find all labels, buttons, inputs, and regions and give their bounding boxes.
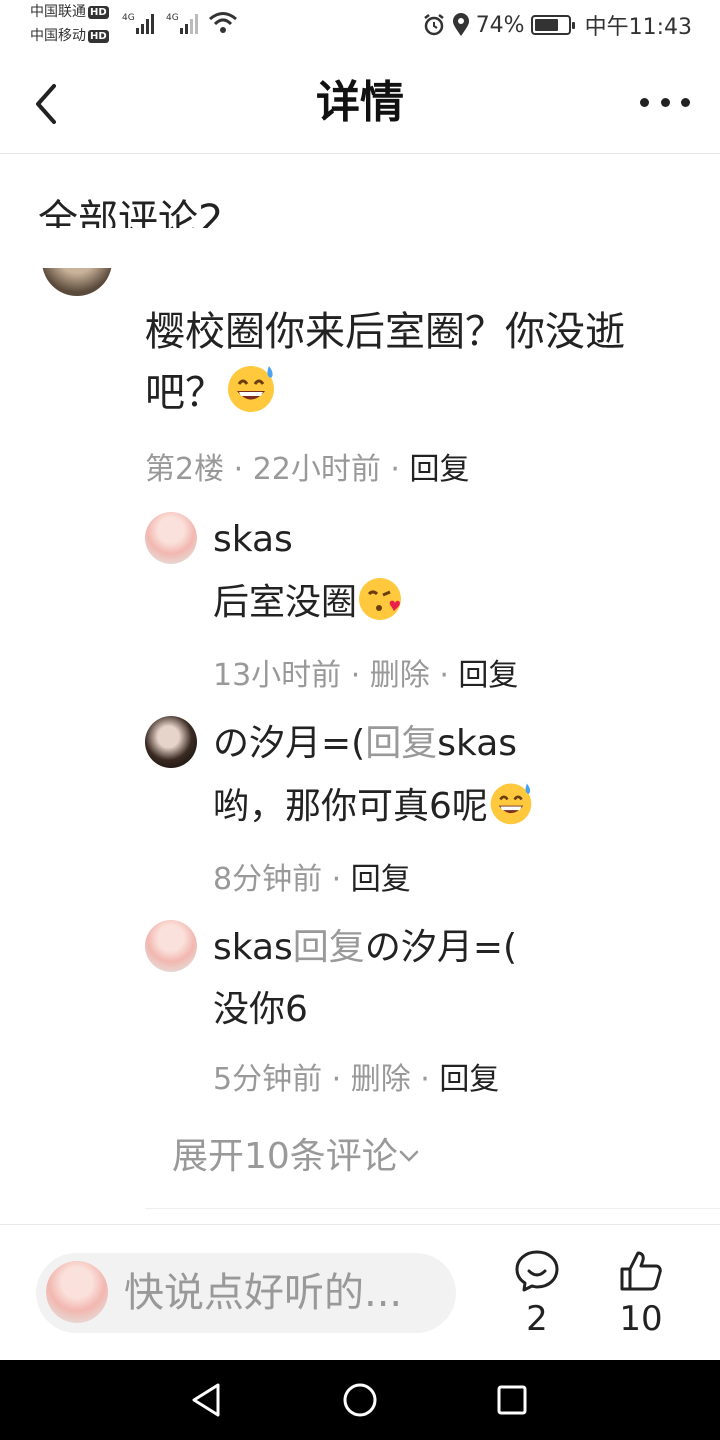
page-title: 详情 xyxy=(316,77,404,128)
reply-meta: 13小时前 · 删除 · 回复 xyxy=(213,658,519,693)
location-icon xyxy=(452,13,469,36)
avatar[interactable] xyxy=(145,716,197,768)
avatar[interactable] xyxy=(145,920,197,972)
wifi-icon xyxy=(209,12,237,33)
reply-meta: 8分钟前 · 回复 xyxy=(213,862,411,897)
avatar[interactable] xyxy=(145,512,197,564)
like-count: 10 xyxy=(619,1299,663,1339)
comment-input[interactable]: 快说点好听的... xyxy=(36,1253,456,1333)
triangle-back-icon[interactable] xyxy=(188,1382,224,1418)
thumbs-up-icon xyxy=(620,1251,662,1291)
reply-text: 没你6 xyxy=(213,989,308,1030)
comment-input-placeholder: 快说点好听的... xyxy=(124,1270,403,1316)
battery-percent: 74% xyxy=(475,12,525,38)
reply-button[interactable]: 回复 xyxy=(410,452,470,487)
expand-replies-button[interactable]: 展开10条评论 xyxy=(172,1132,420,1182)
reply-author[interactable]: の汐月=(回复skas xyxy=(213,720,517,768)
reply-button[interactable]: 回复 xyxy=(458,658,518,693)
scroll-mask xyxy=(0,228,720,268)
kissing-heart-emoji xyxy=(359,578,402,620)
square-recents-icon[interactable] xyxy=(496,1384,528,1416)
grinning-sweat-emoji xyxy=(490,783,532,825)
reply-button[interactable]: 回复 xyxy=(351,862,411,897)
comment-button[interactable]: 2 xyxy=(502,1249,572,1339)
clock: 中午11:43 xyxy=(584,15,692,40)
delete-button[interactable]: 删除 xyxy=(370,658,430,693)
reply-button[interactable]: 回复 xyxy=(439,1062,499,1097)
status-right: 74% 中午11:43 xyxy=(422,10,692,40)
alarm-icon xyxy=(423,14,444,36)
delete-button[interactable]: 删除 xyxy=(351,1062,411,1097)
svg-text:4G: 4G xyxy=(122,13,135,23)
carrier-1: 中国联通 HD xyxy=(30,4,109,20)
more-dots-icon[interactable] xyxy=(640,90,690,114)
battery-icon xyxy=(530,15,575,35)
bottom-action-bar: 快说点好听的... 2 10 xyxy=(0,1224,720,1360)
reply-author[interactable]: skas回复の汐月=( xyxy=(213,924,517,972)
comment-meta: 第2楼 · 22小时前 · 回复 xyxy=(145,452,470,487)
divider xyxy=(145,1208,720,1209)
system-nav-bar xyxy=(0,1360,720,1440)
comment-count: 2 xyxy=(526,1299,548,1339)
signal-icon: 4G xyxy=(122,13,154,34)
reply-author[interactable]: skas xyxy=(213,516,293,564)
status-bar: 中国联通 HD 中国移动 HD 4G 4G 74% 中午11:43 xyxy=(0,0,720,52)
circle-home-icon[interactable] xyxy=(342,1382,378,1418)
signal-icon-2: 4G xyxy=(166,13,198,34)
chevron-down-icon xyxy=(399,1150,419,1162)
comment-bubble-icon xyxy=(515,1250,559,1292)
grinning-sweat-emoji xyxy=(228,366,274,412)
avatar xyxy=(46,1261,108,1323)
nav-header: 详情 xyxy=(0,52,720,154)
reply-text: 哟，那你可真6呢 xyxy=(213,780,534,833)
reply-text: 后室没圈 xyxy=(213,576,403,629)
like-button[interactable]: 10 xyxy=(606,1249,676,1339)
svg-text:4G: 4G xyxy=(166,13,179,23)
carrier-2: 中国移动 HD xyxy=(30,28,109,44)
reply-meta: 5分钟前 · 删除 · 回复 xyxy=(213,1062,500,1097)
comment-text: 樱校圈你来后室圈？你没逝吧？ xyxy=(145,309,625,416)
